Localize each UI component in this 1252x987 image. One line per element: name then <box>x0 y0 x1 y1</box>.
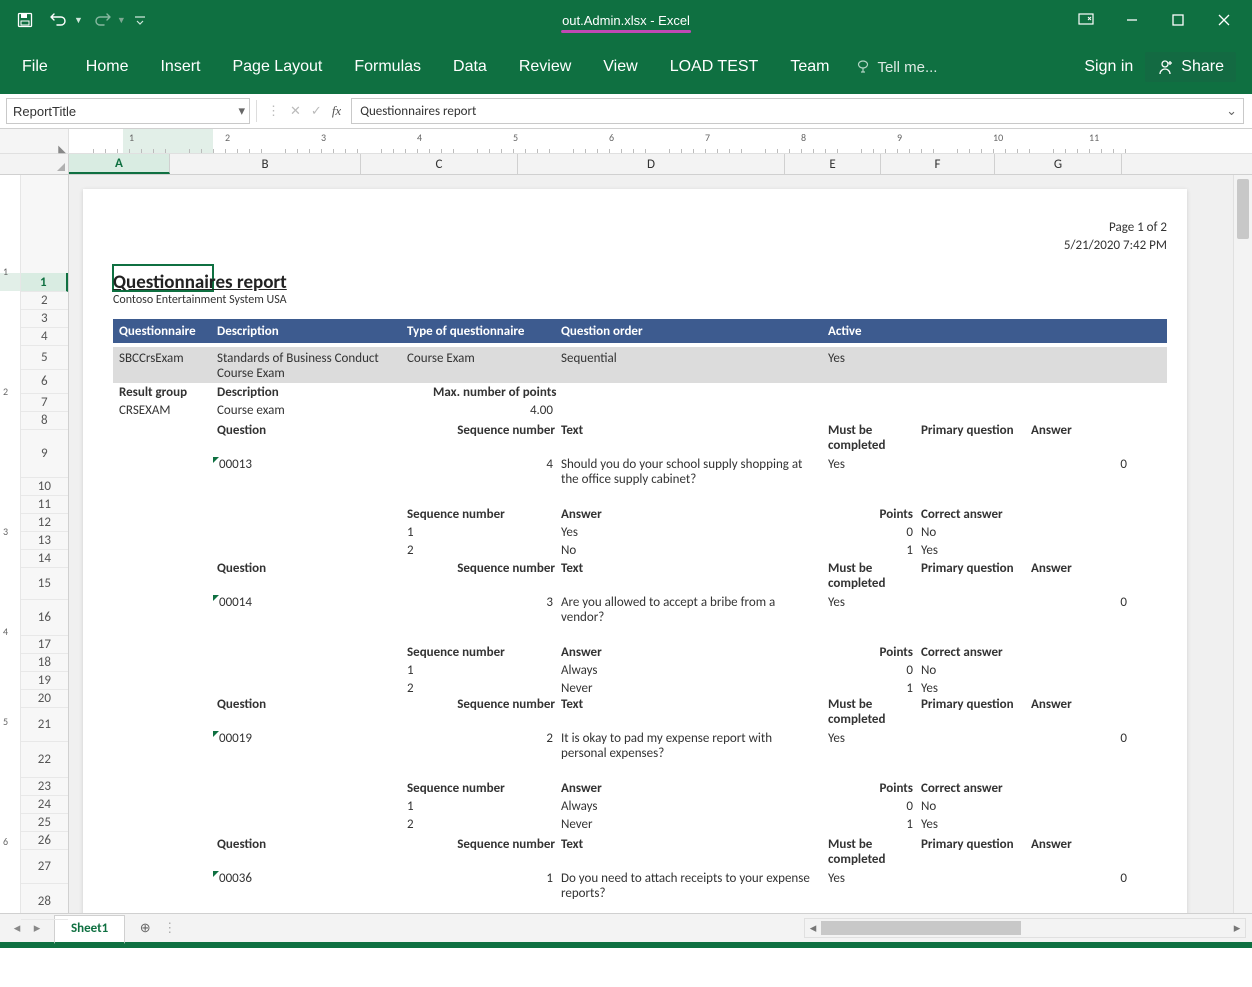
row-header[interactable]: 4 <box>21 327 68 346</box>
vertical-scrollbar[interactable] <box>1233 175 1252 913</box>
row-header[interactable]: 23 <box>21 777 68 796</box>
tab-formulas[interactable]: Formulas <box>338 40 437 94</box>
row-header[interactable]: 3 <box>21 309 68 328</box>
undo-dropdown[interactable]: ▼ <box>74 15 83 25</box>
row-header[interactable]: 11 <box>21 495 68 514</box>
fx-icon[interactable]: fx <box>332 103 341 119</box>
tab-insert[interactable]: Insert <box>144 40 216 94</box>
tell-me-search[interactable]: Tell me... <box>855 59 937 76</box>
column-header[interactable]: D <box>518 154 785 174</box>
row-header[interactable]: 15 <box>21 567 68 600</box>
formula-bar: ReportTitle ▾ ⋮ ✕ ✓ fx Questionnaires re… <box>0 94 1252 129</box>
row-header[interactable]: 17 <box>21 635 68 654</box>
horizontal-ruler: 1234567891011 <box>0 129 1252 154</box>
tab-review[interactable]: Review <box>503 40 587 94</box>
column-header[interactable]: F <box>881 154 995 174</box>
save-button[interactable] <box>10 5 40 35</box>
column-header[interactable]: C <box>361 154 518 174</box>
row-header[interactable]: 5 <box>21 345 68 370</box>
column-header[interactable]: B <box>170 154 361 174</box>
row-header[interactable]: 2 <box>21 291 68 310</box>
enter-formula-icon[interactable]: ✓ <box>311 103 322 119</box>
tab-splitter-icon[interactable]: ⋮ <box>157 921 183 936</box>
ribbon: File Home Insert Page Layout Formulas Da… <box>0 40 1252 94</box>
redo-button[interactable] <box>87 5 117 35</box>
ribbon-display-options[interactable] <box>1064 5 1108 35</box>
chevron-down-icon[interactable]: ▾ <box>238 103 245 119</box>
close-button[interactable] <box>1202 5 1246 35</box>
tab-nav-buttons[interactable]: ◂▸ <box>0 921 54 936</box>
row-header[interactable]: 27 <box>21 849 68 884</box>
page-number: Page 1 of 2 <box>1064 219 1167 237</box>
row-header[interactable]: 13 <box>21 531 68 550</box>
redo-dropdown[interactable]: ▼ <box>117 15 126 25</box>
question-row: 00036 1 Do you need to attach receipts t… <box>113 871 1167 886</box>
expand-formula-bar-icon[interactable]: ⌄ <box>1226 104 1237 119</box>
tab-view[interactable]: View <box>587 40 653 94</box>
name-box[interactable]: ReportTitle ▾ <box>6 98 250 124</box>
window-title: out.Admin.xlsx - Excel <box>562 13 690 28</box>
minimize-button[interactable] <box>1110 5 1154 35</box>
spreadsheet-canvas[interactable]: Page 1 of 2 5/21/2020 7:42 PM Questionna… <box>69 175 1233 913</box>
share-button[interactable]: Share <box>1145 52 1236 82</box>
select-all-button[interactable] <box>0 154 69 174</box>
status-bar <box>0 942 1252 948</box>
row-headers: 123456 123456789101112131415161718192021… <box>0 175 69 913</box>
row-header[interactable]: 25 <box>21 813 68 832</box>
quick-access-toolbar: ▼ ▼ <box>0 5 150 35</box>
horizontal-scrollbar[interactable]: ◂▸ <box>804 918 1246 938</box>
maximize-button[interactable] <box>1156 5 1200 35</box>
table-header: Questionnaire Description Type of questi… <box>113 319 1167 343</box>
row-header[interactable]: 24 <box>21 795 68 814</box>
table-row: SBCCrsExam Standards of Business Conduct… <box>113 347 1167 383</box>
qat-customize[interactable] <box>130 5 150 35</box>
report-subtitle: Contoso Entertainment System USA <box>113 293 287 307</box>
cancel-formula-icon[interactable]: ✕ <box>290 103 301 119</box>
new-sheet-button[interactable]: ⊕ <box>133 916 157 940</box>
column-header[interactable]: A <box>69 154 170 174</box>
row-header[interactable]: 9 <box>21 429 68 478</box>
timestamp: 5/21/2020 7:42 PM <box>1064 237 1167 255</box>
column-header[interactable]: G <box>995 154 1122 174</box>
row-header[interactable]: 18 <box>21 653 68 672</box>
tab-load-test[interactable]: LOAD TEST <box>654 40 775 94</box>
row-header[interactable]: 21 <box>21 707 68 742</box>
sheet-tab-bar: ◂▸ Sheet1 ⊕ ⋮ ◂▸ <box>0 913 1252 942</box>
row-header[interactable]: 28 <box>21 883 68 920</box>
question-row: 00019 2 It is okay to pad my expense rep… <box>113 731 1167 746</box>
tab-page-layout[interactable]: Page Layout <box>216 40 338 94</box>
formula-input[interactable]: Questionnaires report ⌄ <box>351 98 1244 124</box>
row-header[interactable]: 6 <box>21 369 68 394</box>
titlebar: ▼ ▼ out.Admin.xlsx - Excel <box>0 0 1252 40</box>
row-header[interactable]: 10 <box>21 477 68 496</box>
sign-in-link[interactable]: Sign in <box>1084 58 1133 76</box>
tab-home[interactable]: Home <box>70 40 145 94</box>
row-header[interactable]: 12 <box>21 513 68 532</box>
vertical-ruler: 123456 <box>0 175 21 913</box>
report-title: Questionnaires report <box>113 271 287 294</box>
row-header[interactable]: 14 <box>21 549 68 568</box>
undo-button[interactable] <box>44 5 74 35</box>
row-header[interactable]: 16 <box>21 599 68 636</box>
row-header[interactable]: 22 <box>21 741 68 778</box>
column-header[interactable]: E <box>785 154 881 174</box>
page-preview: Page 1 of 2 5/21/2020 7:42 PM Questionna… <box>83 189 1187 913</box>
row-header[interactable]: 7 <box>21 393 68 412</box>
row-header[interactable]: 20 <box>21 689 68 708</box>
tab-team[interactable]: Team <box>774 40 845 94</box>
row-header[interactable]: 19 <box>21 671 68 690</box>
tab-data[interactable]: Data <box>437 40 503 94</box>
row-header[interactable]: 26 <box>21 831 68 850</box>
question-row: 00014 3 Are you allowed to accept a brib… <box>113 595 1167 610</box>
more-functions-icon[interactable]: ⋮ <box>267 103 280 119</box>
question-row: 00013 4 Should you do your school supply… <box>113 457 1167 472</box>
row-header[interactable]: 8 <box>21 411 68 430</box>
column-headers: ABCDEFG <box>0 154 1252 175</box>
row-header[interactable]: 1 <box>21 273 68 292</box>
tab-file[interactable]: File <box>0 40 70 94</box>
